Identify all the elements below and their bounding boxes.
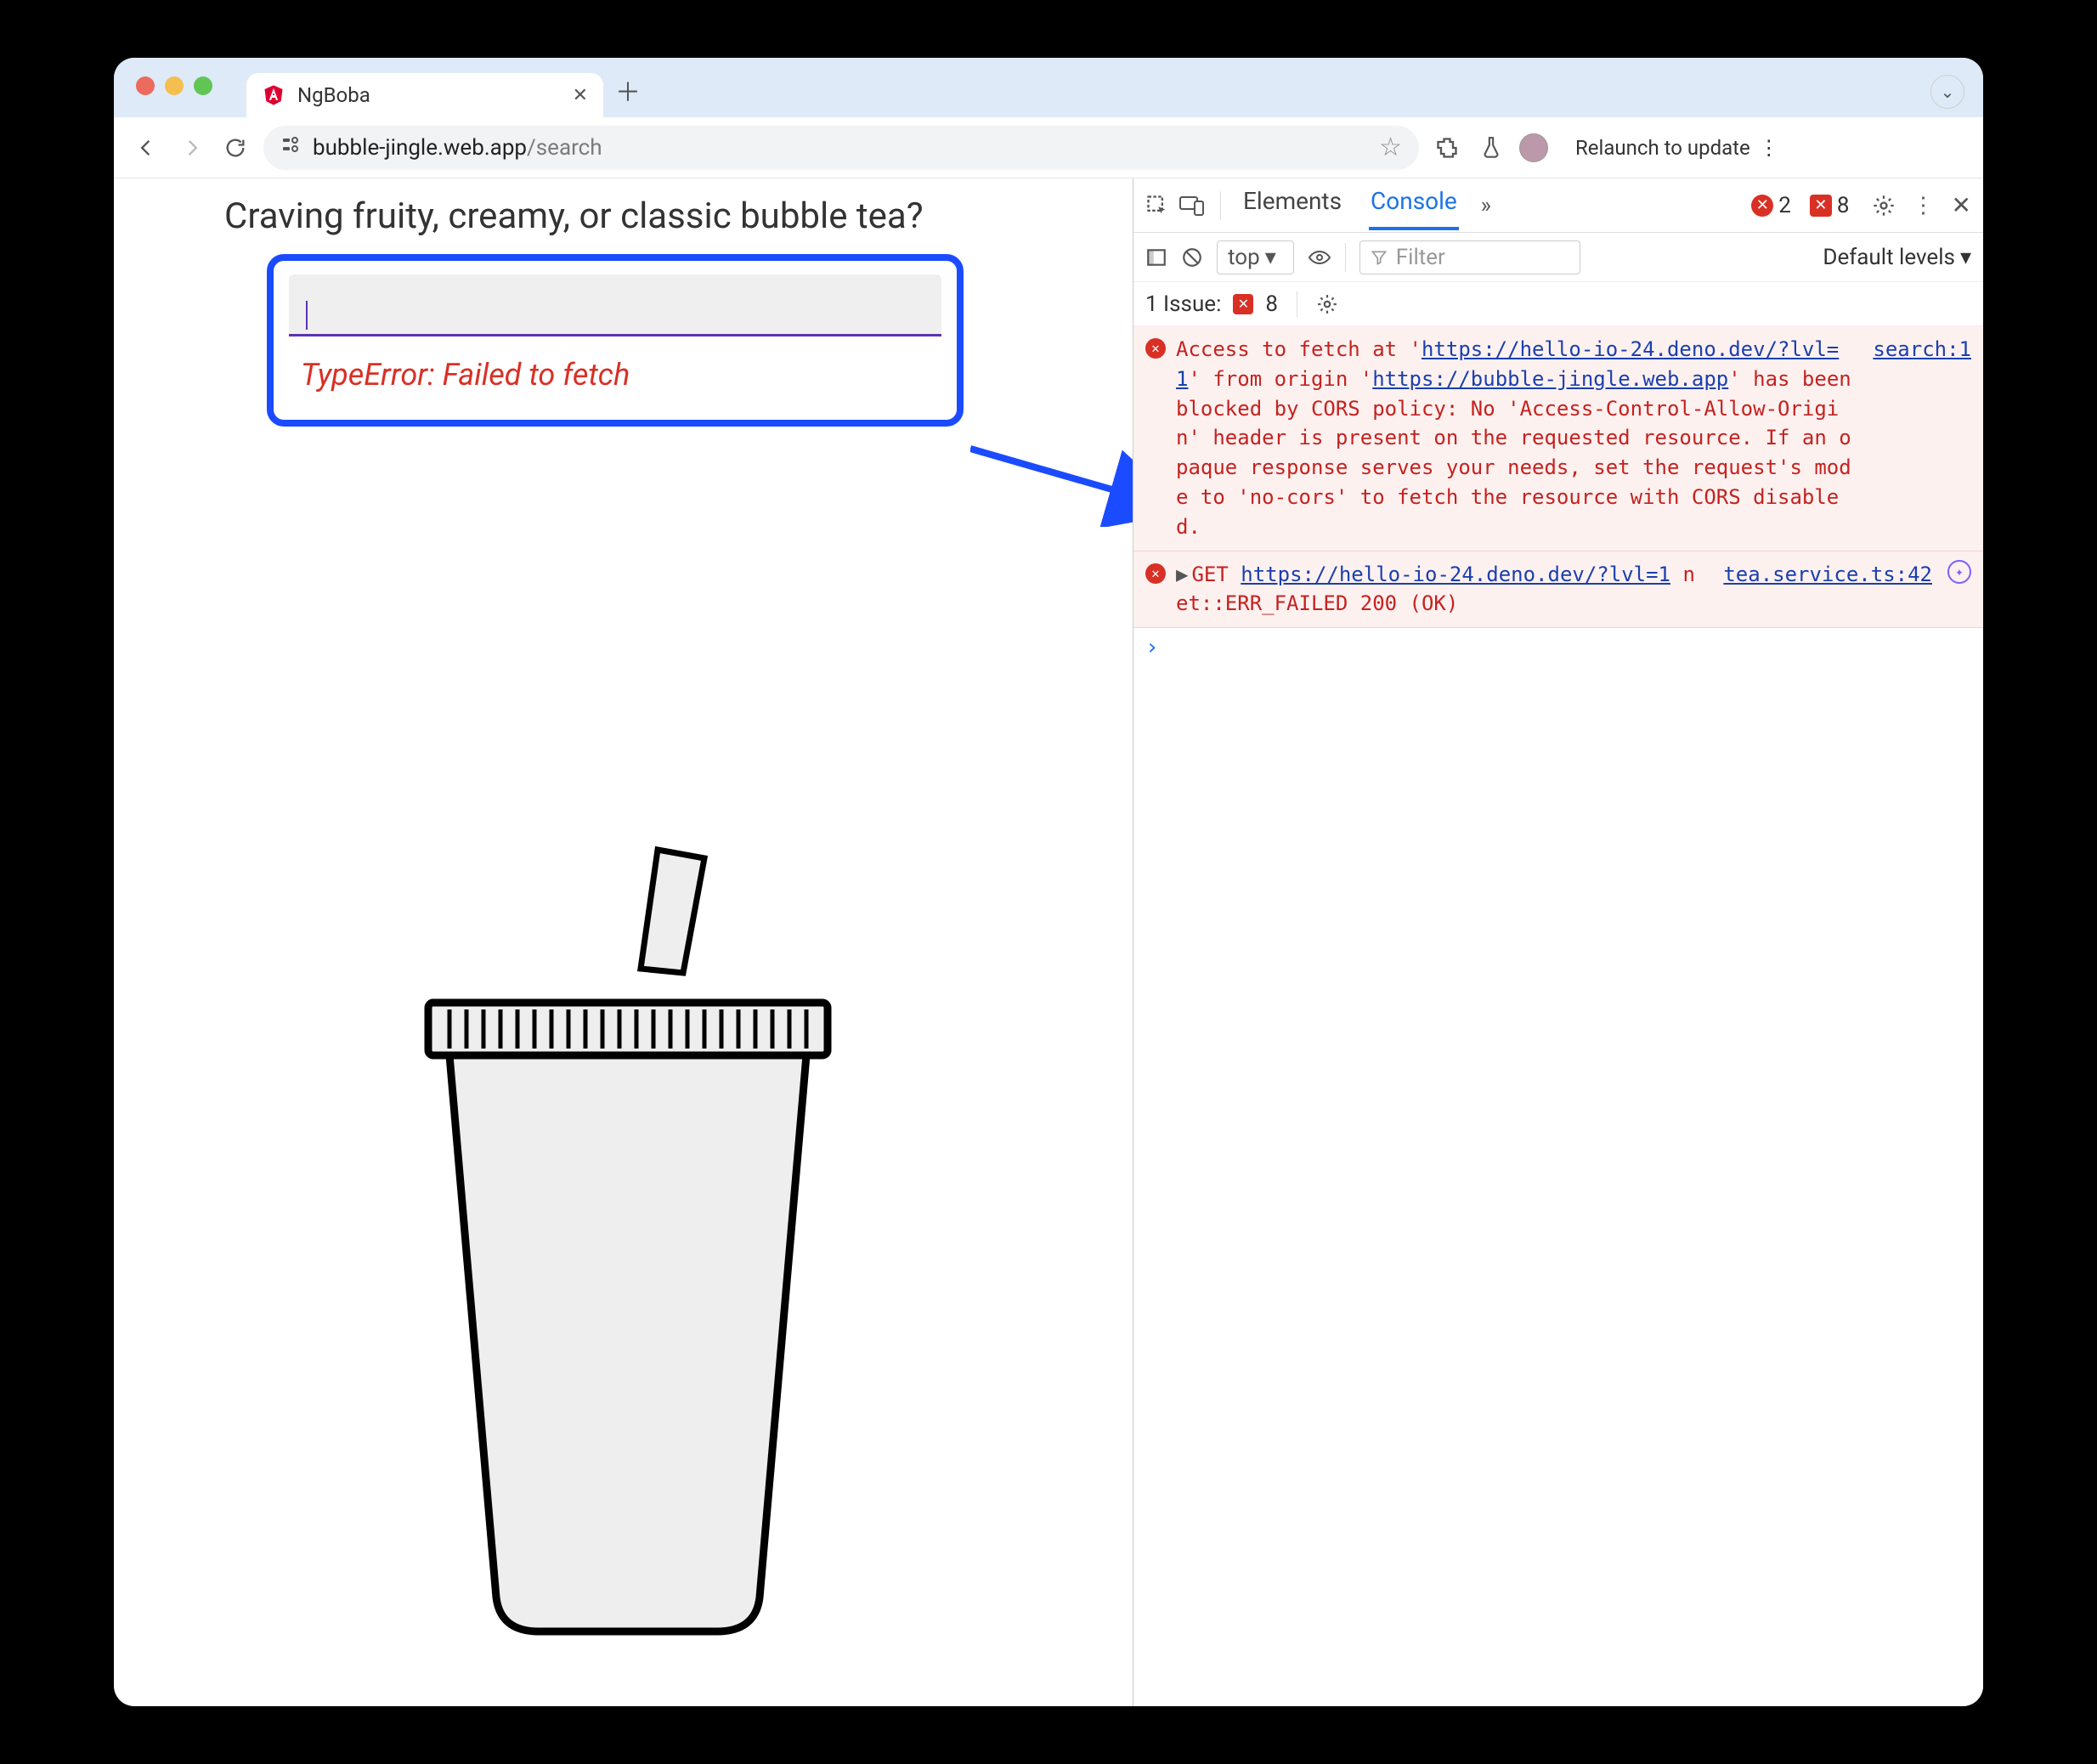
chevron-down-icon: ▾	[1265, 245, 1276, 270]
maximize-window-button[interactable]	[194, 76, 212, 95]
console-source-link[interactable]: search:1	[1873, 335, 1971, 542]
devtools-panel: Elements Console » ✕2 ✕8 ⋮ ✕ top▾	[1133, 178, 1983, 1706]
devtools-header: Elements Console » ✕2 ✕8 ⋮ ✕	[1133, 178, 1983, 233]
browser-window: NgBoba ✕ ＋ ⌄ bubble-jingle.web.app/searc…	[114, 58, 1983, 1706]
kebab-menu-icon[interactable]: ⋮	[1759, 136, 1779, 160]
labs-icon[interactable]	[1475, 132, 1507, 164]
minimize-window-button[interactable]	[165, 76, 184, 95]
search-input[interactable]	[309, 300, 924, 331]
console-error-row[interactable]: ✕ Access to fetch at 'https://hello-io-2…	[1133, 326, 1983, 551]
forward-button[interactable]	[175, 132, 207, 164]
back-button[interactable]	[131, 132, 163, 164]
fetch-error-message: TypeError: Failed to fetch	[289, 336, 941, 401]
tab-close-icon[interactable]: ✕	[573, 85, 588, 106]
expand-chevron-icon[interactable]: ⌄	[1930, 75, 1964, 109]
address-bar[interactable]: bubble-jingle.web.app/search ☆	[263, 126, 1419, 170]
devtools-more-tabs-icon[interactable]: »	[1481, 193, 1491, 218]
browser-tab[interactable]: NgBoba ✕	[246, 73, 603, 117]
ai-explain-icon[interactable]: ✦	[1947, 560, 1971, 584]
tab-title: NgBoba	[297, 83, 561, 107]
inspect-icon[interactable]	[1145, 194, 1169, 218]
console-link[interactable]: https://bubble-jingle.web.app	[1372, 367, 1728, 391]
console-toolbar: top▾ Filter Default levels▾	[1133, 233, 1983, 282]
tab-strip: NgBoba ✕ ＋ ⌄	[114, 58, 1983, 117]
search-field-wrap	[289, 274, 941, 336]
reload-button[interactable]	[219, 132, 252, 164]
funnel-icon	[1371, 249, 1388, 266]
console-source-link[interactable]: tea.service.ts:42	[1723, 560, 1932, 619]
favicon-icon	[262, 83, 285, 107]
profile-avatar[interactable]	[1519, 133, 1548, 162]
annotation-highlight: TypeError: Failed to fetch	[267, 254, 964, 427]
console-message-text: Access to fetch at 'https://hello-io-24.…	[1176, 335, 1856, 542]
error-count-badge[interactable]: ✕2	[1751, 193, 1791, 218]
console-prompt[interactable]: ›	[1133, 628, 1983, 667]
url-text: bubble-jingle.web.app/search	[313, 135, 1367, 161]
disclosure-triangle-icon[interactable]: ▶	[1176, 563, 1188, 586]
issues-bar[interactable]: 1 Issue: ✕ 8	[1133, 282, 1983, 326]
context-selector[interactable]: top▾	[1217, 240, 1294, 274]
console-sidebar-toggle-icon[interactable]	[1145, 246, 1167, 269]
error-icon: ✕	[1145, 338, 1166, 359]
log-levels-selector[interactable]: Default levels▾	[1823, 245, 1971, 270]
devtools-close-icon[interactable]: ✕	[1952, 191, 1971, 219]
boba-cup-illustration	[369, 816, 879, 1665]
annotation-arrow	[970, 433, 1133, 527]
extensions-icon[interactable]	[1431, 132, 1463, 164]
devtools-kebab-icon[interactable]: ⋮	[1913, 193, 1935, 218]
warning-count-badge[interactable]: ✕8	[1810, 193, 1850, 218]
console-error-row[interactable]: ✕ ▶GET https://hello-io-24.deno.dev/?lvl…	[1133, 551, 1983, 629]
web-page: Craving fruity, creamy, or classic bubbl…	[114, 178, 1133, 1706]
clear-console-icon[interactable]	[1181, 246, 1203, 269]
console-filter-input[interactable]: Filter	[1359, 240, 1580, 274]
device-toggle-icon[interactable]	[1179, 195, 1205, 217]
issue-badge-icon: ✕	[1233, 294, 1253, 314]
window-controls	[136, 76, 212, 95]
chevron-down-icon: ▾	[1960, 245, 1971, 270]
relaunch-update-button[interactable]: Relaunch to update ⋮	[1560, 126, 1795, 170]
console-message-text: ▶GET https://hello-io-24.deno.dev/?lvl=1…	[1176, 560, 1706, 619]
live-expression-icon[interactable]	[1308, 247, 1331, 268]
devtools-tab-elements[interactable]: Elements	[1241, 180, 1343, 230]
new-tab-button[interactable]: ＋	[615, 71, 641, 109]
devtools-tab-console[interactable]: Console	[1369, 180, 1459, 230]
console-messages: ✕ Access to fetch at 'https://hello-io-2…	[1133, 326, 1983, 1706]
error-icon: ✕	[1145, 563, 1166, 584]
content-area: Craving fruity, creamy, or classic bubbl…	[114, 178, 1983, 1706]
close-window-button[interactable]	[136, 76, 155, 95]
issues-settings-icon[interactable]	[1316, 293, 1338, 315]
console-link[interactable]: https://hello-io-24.deno.dev/?lvl=1	[1241, 563, 1670, 586]
devtools-settings-icon[interactable]	[1872, 194, 1896, 218]
browser-toolbar: bubble-jingle.web.app/search ☆ Relaunch …	[114, 117, 1983, 178]
site-settings-icon[interactable]	[280, 134, 301, 161]
text-caret	[306, 301, 308, 330]
bookmark-star-icon[interactable]: ☆	[1379, 133, 1402, 162]
page-heading: Craving fruity, creamy, or classic bubbl…	[224, 195, 1133, 237]
